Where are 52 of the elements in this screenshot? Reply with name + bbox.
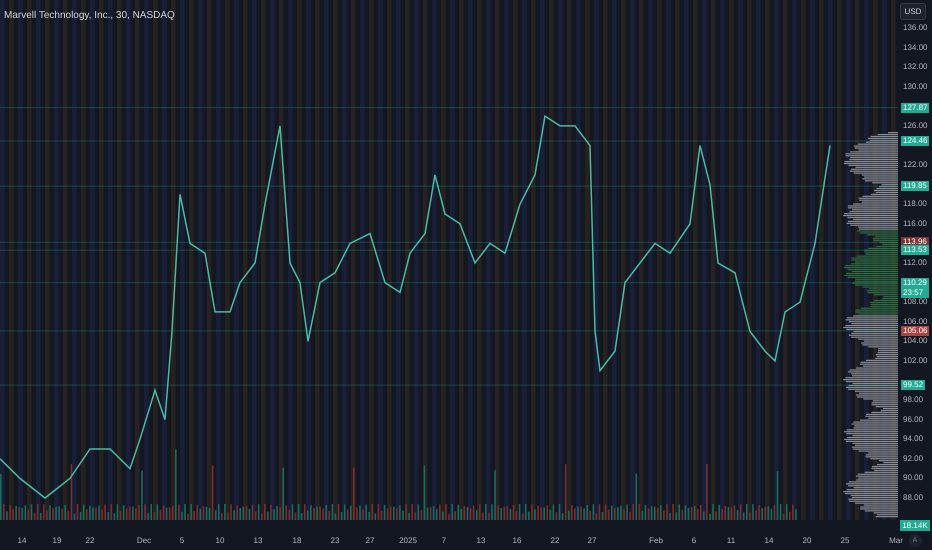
price-tick-label: 104.00: [903, 336, 928, 346]
time-tick-label: 16: [512, 536, 522, 546]
price-label: 99.52: [901, 380, 926, 390]
price-label: 124.46: [901, 136, 930, 146]
price-tick-label: 118.00: [903, 199, 927, 210]
time-tick-label: Mar: [889, 536, 903, 546]
price-tick-label: 94.00: [903, 434, 924, 444]
price-tick-label: 88.00: [903, 492, 924, 503]
price-tick-label: 130.00: [903, 82, 928, 92]
price-tick-label: 112.00: [903, 258, 927, 268]
price-tick-label: 90.00: [903, 473, 924, 484]
price-tick-label: 96.00: [903, 414, 924, 425]
time-tick-label: Feb: [649, 536, 663, 546]
price-tick-label: 92.00: [903, 454, 924, 464]
time-tick-label: 22: [86, 536, 94, 546]
price-label: 105.06: [901, 326, 930, 336]
price-label: 113.53: [901, 245, 929, 256]
time-tick-label: 11: [726, 536, 736, 546]
price-tick-label: 116.00: [903, 218, 927, 229]
price-tick-label: 98.00: [903, 395, 924, 406]
time-tick-label: 13: [476, 536, 486, 546]
price-tick-label: 132.00: [903, 62, 928, 72]
time-tick-label: 2025: [399, 536, 417, 546]
price-label: 110.29 23:57: [901, 278, 929, 298]
volume-label: 18.14K: [900, 520, 930, 531]
time-tick-label: 13: [254, 536, 262, 546]
price-tick-label: 106.00: [903, 316, 928, 327]
price-tick-label: 122.00: [903, 160, 928, 170]
time-tick-label: 5: [180, 536, 184, 546]
time-tick-label: 10: [216, 536, 224, 546]
price-label: 119.85: [901, 181, 929, 192]
price-tick-label: 134.00: [903, 42, 928, 53]
time-tick-label: 7: [442, 536, 446, 546]
time-tick-label: 20: [802, 536, 812, 546]
currency-button[interactable]: USD: [900, 3, 926, 20]
price-tick-label: 108.00: [903, 297, 928, 308]
time-tick-label: 19: [52, 536, 62, 546]
price-tick-label: 126.00: [903, 120, 928, 131]
chart-title: Marvell Technology, Inc., 30, NASDAQ: [4, 9, 175, 23]
time-tick-label: Dec: [136, 536, 152, 546]
time-tick-label: 27: [366, 536, 374, 546]
time-tick-label: 14: [764, 536, 774, 546]
time-tick-label: 22: [550, 536, 560, 546]
time-tick-label: 6: [692, 536, 696, 546]
price-tick-label: 136.00: [903, 23, 928, 33]
time-tick-label: 23: [330, 536, 340, 546]
price-tick-label: 102.00: [903, 356, 928, 366]
price-label: 127.87: [901, 102, 930, 113]
time-tick-label: 14: [18, 536, 26, 546]
time-tick-label: 25: [840, 536, 850, 546]
time-tick-label: 18: [292, 536, 302, 546]
time-tick-label: 27: [588, 536, 596, 546]
